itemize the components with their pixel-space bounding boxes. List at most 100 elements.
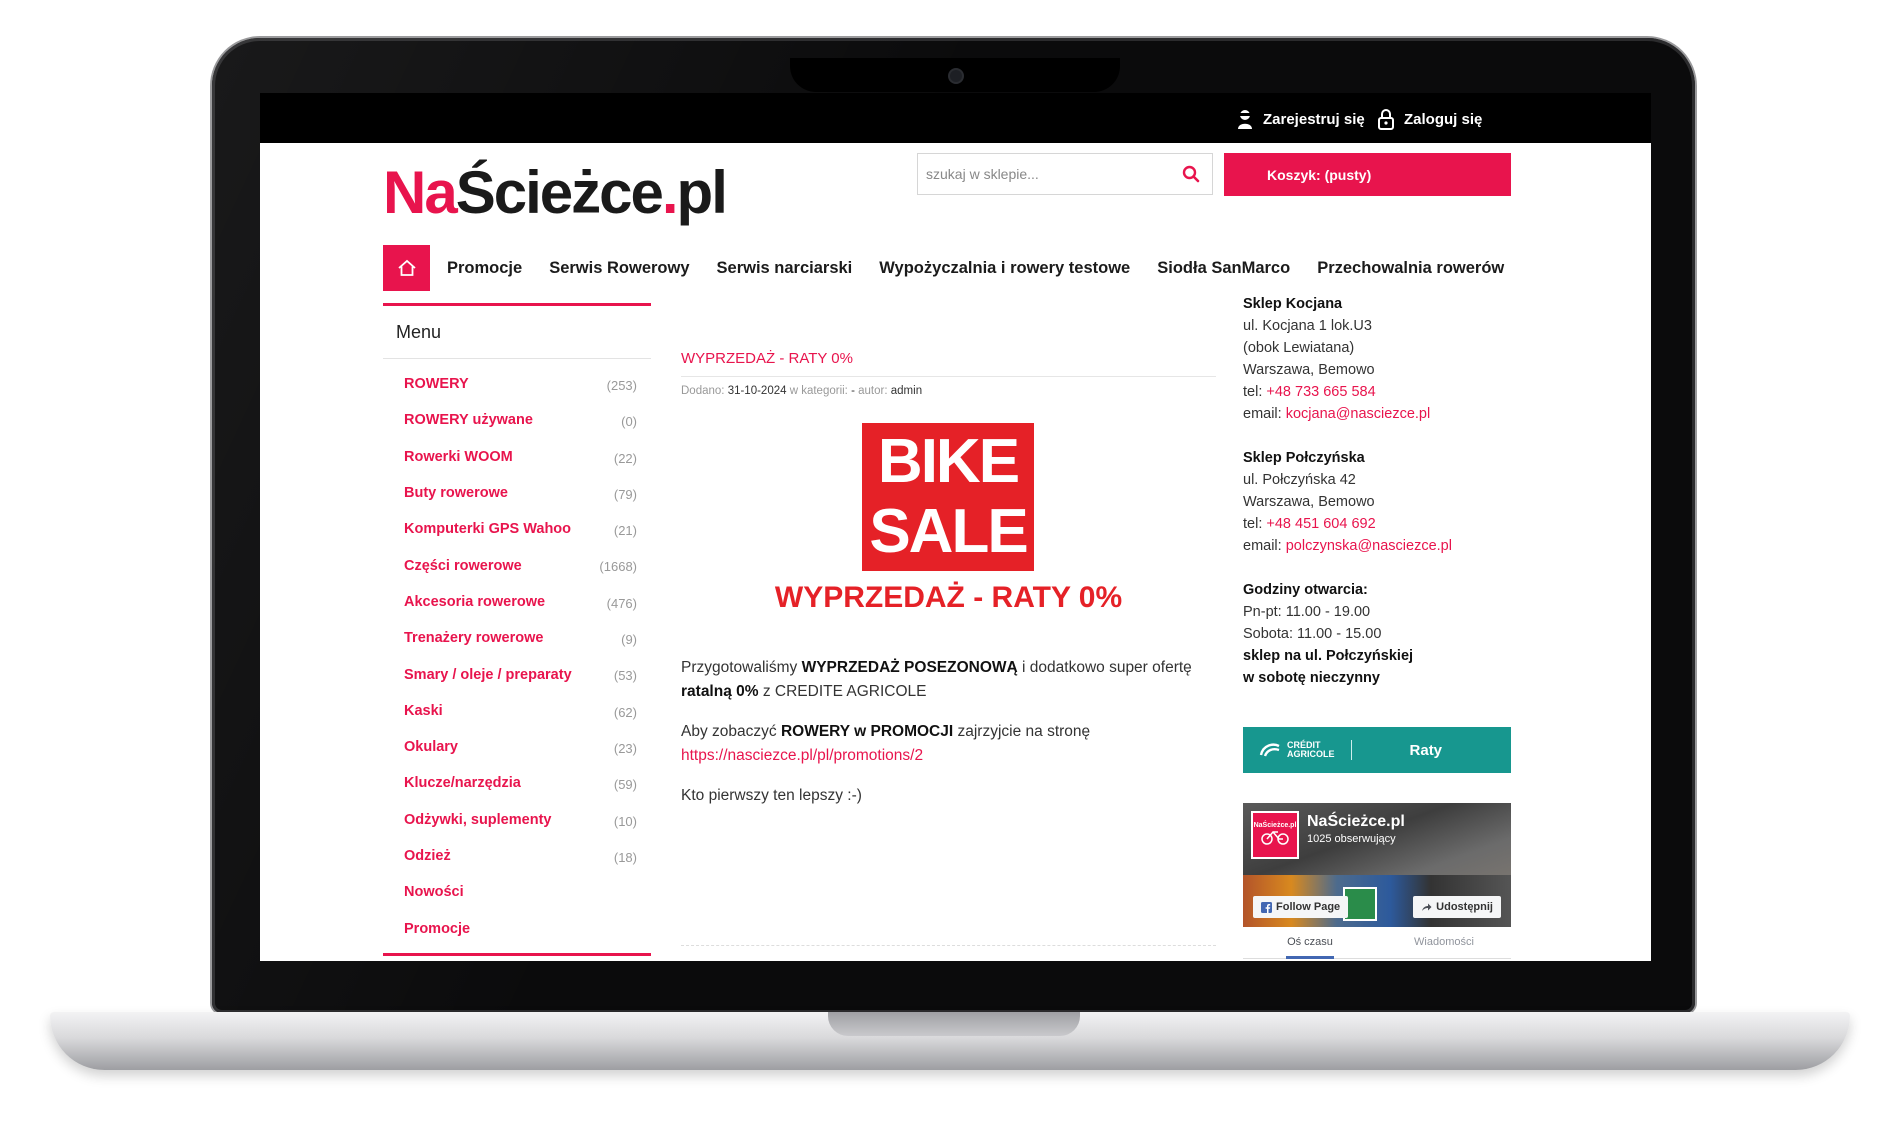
search-icon[interactable] [1182,165,1200,183]
cart-button[interactable]: Koszyk: (pusty) [1224,153,1511,196]
store-phone[interactable]: +48 733 665 584 [1266,384,1375,400]
lock-icon [1378,109,1394,130]
post-paragraph-1: Przygotowaliśmy WYPRZEDAŻ POSEZONOWĄ i d… [681,656,1216,704]
share-button[interactable]: Udostępnij [1413,896,1501,918]
credit-agricole-raty-banner[interactable]: CRÉDIT AGRICOLE Raty [1243,727,1511,773]
category-count: (0) [621,414,637,430]
category-item[interactable]: Części rowerowe (1668) [383,547,651,583]
category-item[interactable]: ROWERY używane (0) [383,402,651,438]
store-address: ul. Kocjana 1 lok.U3 [1243,318,1372,334]
nav-item-promocje[interactable]: Promocje [447,259,522,278]
store-address-note: (obok Lewiatana) [1243,340,1355,356]
meta-author-label: autor: [858,385,888,397]
category-item[interactable]: Smary / oleje / preparaty (53) [383,656,651,692]
category-item[interactable]: Odżywki, suplementy (10) [383,802,651,838]
category-label: Komputerki GPS Wahoo [404,521,572,538]
logo-dot: . [661,159,679,226]
category-label: Akcesoria rowerowe [404,593,546,610]
hours-weekdays: Pn-pt: 11.00 - 19.00 [1243,604,1371,620]
category-label: Odżywki, suplementy [404,811,552,828]
p1-bold: WYPRZEDAŻ POSEZONOWĄ [801,659,1018,676]
tab-timeline[interactable]: Oś czasu [1243,927,1377,959]
store-city: Warszawa, Bemowo [1243,494,1375,510]
register-label: Zarejestruj się [1263,110,1365,128]
store-phone[interactable]: +48 451 604 692 [1266,516,1375,532]
home-button[interactable] [383,245,430,291]
category-item[interactable]: Nowości [383,874,651,910]
hours-title: Godziny otwarcia: [1243,582,1368,598]
category-item[interactable]: Buty rowerowe (79) [383,475,651,511]
cart-label: Koszyk: (pusty) [1267,166,1372,183]
store-name: Sklep Połczyńska [1243,450,1365,466]
facebook-icon [1261,901,1272,913]
category-count: (22) [613,450,637,466]
category-count: (476) [606,595,637,611]
p1-bold-2: ratalną 0% [681,683,759,700]
nav-item-wypozyczalnia[interactable]: Wypożyczalnia i rowery testowe [879,259,1130,278]
store-email[interactable]: polczynska@nasciezce.pl [1286,538,1452,554]
follow-page-button[interactable]: Follow Page [1253,896,1349,918]
site-logo[interactable]: NaŚcieżce.pl [383,163,728,223]
tab-messages[interactable]: Wiadomości [1377,927,1511,958]
p2-text: Aby zobaczyć [681,723,781,740]
email-label: email: [1243,538,1286,554]
store-email[interactable]: kocjana@nasciezce.pl [1286,406,1431,422]
banner-line-2: SALE [869,497,1028,566]
p1-text-3: z CREDITE AGRICOLE [758,683,927,700]
user-icon [1238,110,1252,129]
credit-agricole-icon [1259,743,1280,757]
post-title[interactable]: WYPRZEDAŻ - RATY 0% [681,333,1216,367]
category-item[interactable]: Kaski (62) [383,693,651,729]
post-meta: Dodano: 31-10-2024 w kategorii: - autor:… [681,385,1216,397]
opening-hours: Godziny otwarcia: Pn-pt: 11.00 - 19.00 S… [1243,579,1513,689]
category-item[interactable]: Okulary (23) [383,729,651,765]
register-link[interactable]: Zarejestruj się [1236,107,1365,131]
category-count: (79) [613,486,637,502]
category-item[interactable]: Komputerki GPS Wahoo (21) [383,511,651,547]
promotions-link[interactable]: https://nasciezce.pl/pl/promotions/2 [681,747,923,764]
store-address: ul. Połczyńska 42 [1243,472,1356,488]
store-info: Sklep Kocjana ul. Kocjana 1 lok.U3 (obok… [1243,293,1513,711]
follow-label: Follow Page [1276,901,1341,913]
category-count: (9) [621,632,637,648]
nav-item-serwis-narciarski[interactable]: Serwis narciarski [717,259,853,278]
logo-part-sciezce: Ścieżce [455,159,664,226]
store-phone-row: tel: +48 733 665 584 [1243,381,1513,403]
nav-item-serwis-rowerowy[interactable]: Serwis Rowerowy [549,259,689,278]
store-name: Sklep Kocjana [1243,296,1343,312]
category-item[interactable]: Klucze/narzędzia (59) [383,765,651,801]
p1-text-2: i dodatkowo super ofertę [1017,659,1192,676]
category-label: Okulary [404,739,458,756]
category-label: ROWERY [404,376,469,393]
home-icon [397,259,416,276]
category-item[interactable]: Akcesoria rowerowe (476) [383,584,651,620]
facebook-avatar[interactable]: NaŚcieżce.pl [1251,811,1299,859]
logo-part-na: Na [383,159,458,226]
facebook-page-name[interactable]: NaŚcieżce.pl [1307,813,1405,831]
category-item[interactable]: ROWERY (253) [383,366,651,402]
nav-item-przechowalnia[interactable]: Przechowalnia rowerów [1317,259,1504,278]
category-count: (10) [613,813,637,829]
search-input[interactable] [918,154,1174,194]
nav-item-siodla-sanmarco[interactable]: Siodła SanMarco [1157,259,1290,278]
category-label: Rowerki WOOM [404,448,513,465]
post-paragraph-2: Aby zobaczyć ROWERY w PROMOCJI zajrzyjci… [681,720,1216,768]
p1-text: Przygotowaliśmy [681,659,802,676]
store-polczynska: Sklep Połczyńska ul. Połczyńska 42 Warsz… [1243,447,1513,557]
category-list: ROWERY (253) ROWERY używane (0) Rowerki WO… [383,359,651,947]
login-link[interactable]: Zaloguj się [1377,107,1482,131]
category-item[interactable]: Promocje [383,910,651,946]
p2-text-2: zajrzyjcie na stronę [953,723,1091,740]
category-item[interactable]: Trenażery rowerowe (9) [383,620,651,656]
category-count: (59) [613,777,637,793]
avatar-text: NaŚcieżce.pl [1253,822,1297,829]
category-item[interactable]: Odzież (18) [383,838,651,874]
category-label: Promocje [404,920,471,937]
category-item[interactable]: Rowerki WOOM (22) [383,439,651,475]
store-email-row: email: kocjana@nasciezce.pl [1243,403,1513,425]
facebook-followers: 1025 obserwujący [1307,833,1396,845]
category-label: Buty rowerowe [404,485,508,502]
post-bottom-divider [681,945,1216,946]
laptop-base-groove [828,1012,1080,1036]
facebook-cover-photo: NaŚcieżce.pl NaŚcieżce.pl 1025 obserwują… [1243,803,1511,927]
